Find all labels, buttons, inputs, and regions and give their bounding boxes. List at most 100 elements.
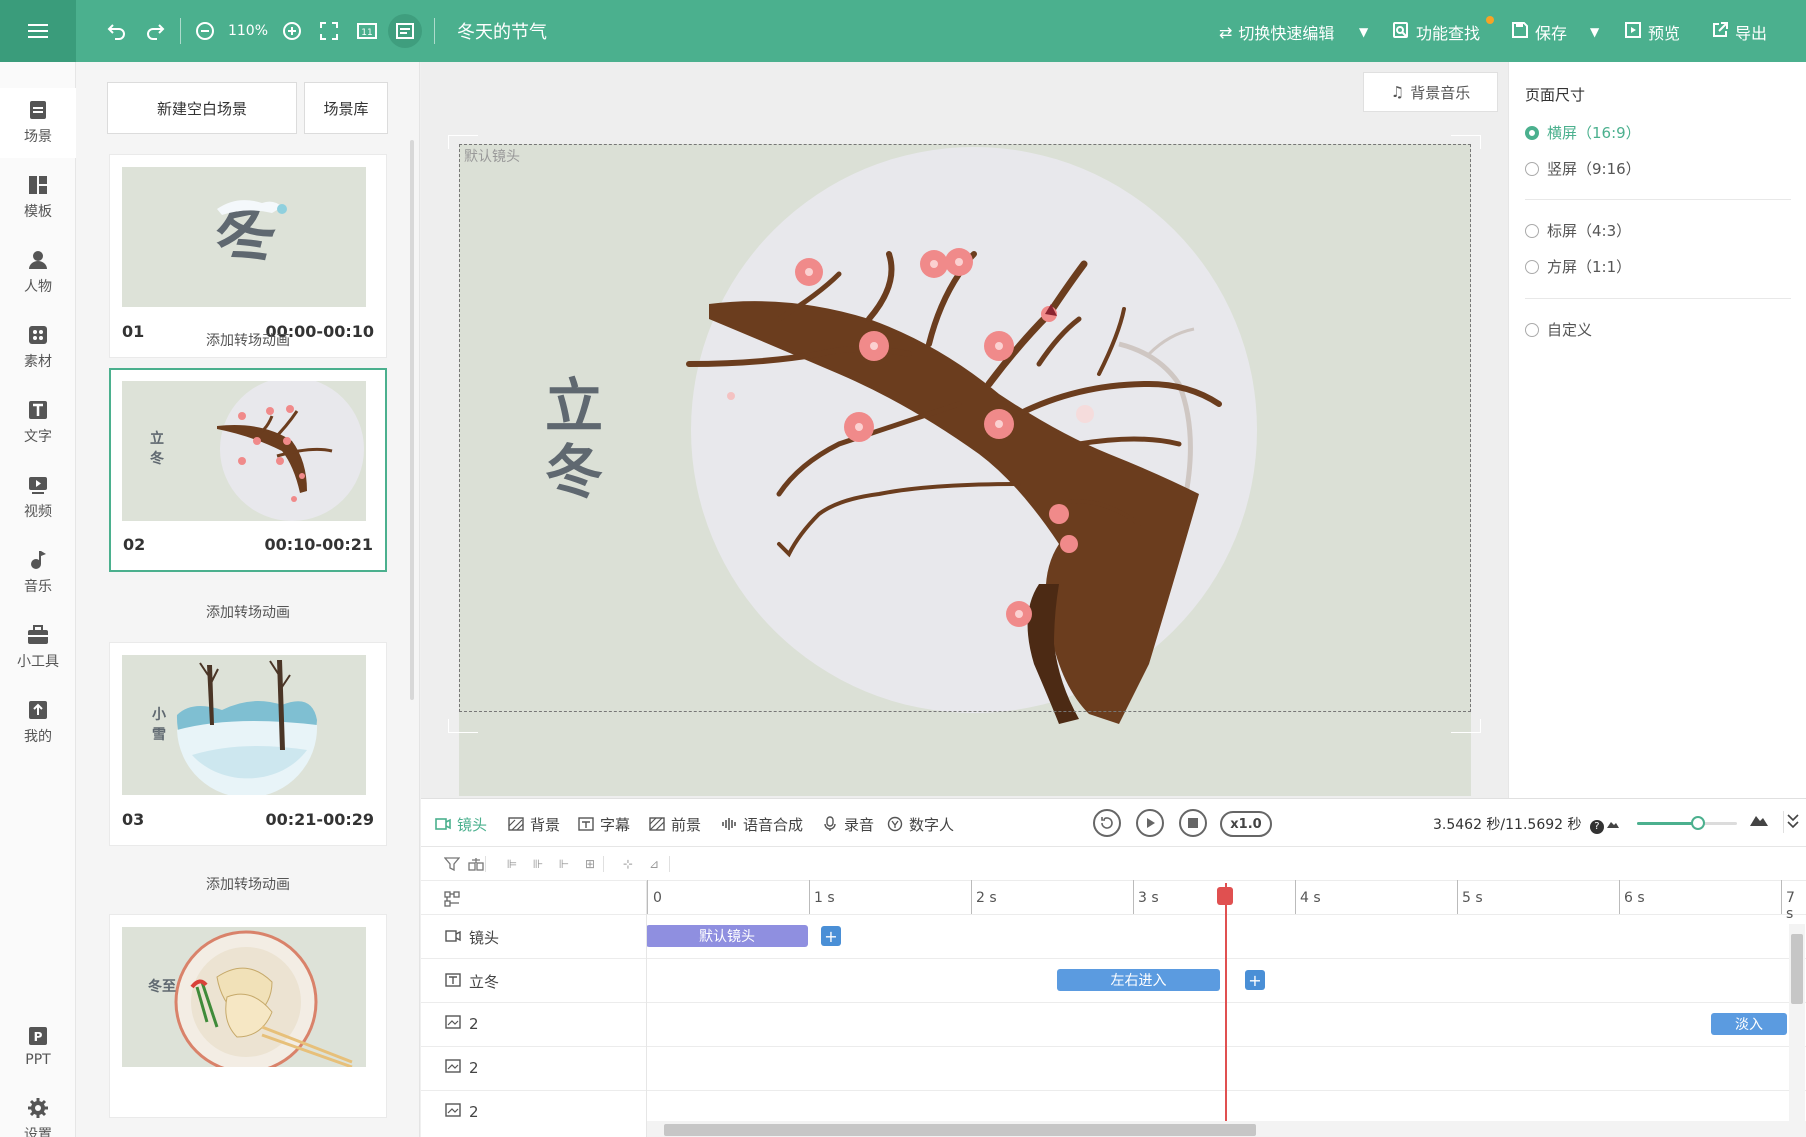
rail-item-text[interactable]: 文字: [0, 388, 76, 458]
zoom-out-icon[interactable]: [191, 14, 219, 48]
tab-digital-human[interactable]: 数字人: [887, 813, 954, 835]
option-portrait[interactable]: 竖屏（9:16）: [1525, 158, 1641, 179]
playback-speed-button[interactable]: x1.0: [1220, 811, 1272, 837]
group-icon[interactable]: [467, 856, 485, 872]
subtitle-toggle-icon[interactable]: [388, 14, 422, 48]
rail-item-music[interactable]: 音乐: [0, 538, 76, 608]
playhead-handle[interactable]: [1217, 887, 1233, 905]
divider: [1525, 298, 1791, 299]
playhead[interactable]: [1225, 883, 1227, 1123]
collapse-panel-icon[interactable]: [1783, 811, 1799, 833]
timeline-tools: ⊫ ⊪ ⊩ ⊞ ⊹ ⊿: [421, 847, 1806, 881]
vertical-scroll-thumb[interactable]: [1791, 934, 1803, 1004]
option-standard[interactable]: 标屏（4:3）: [1525, 220, 1631, 241]
tab-lens[interactable]: 镜头: [435, 813, 487, 835]
scene-card[interactable]: 立 冬 02 00:10-00:21: [109, 368, 387, 572]
help-icon[interactable]: ?: [1589, 820, 1604, 834]
scene-card[interactable]: 冬至: [109, 914, 387, 1118]
option-label: 横屏（16:9）: [1547, 124, 1641, 142]
scene-thumbnail: 立 冬: [122, 381, 370, 521]
add-transition-link[interactable]: 添加转场动画: [109, 330, 387, 350]
rail-item-toolbox[interactable]: 小工具: [0, 613, 76, 683]
distribute-icon[interactable]: ⊞: [581, 856, 599, 872]
zoom-slider[interactable]: [1637, 816, 1737, 830]
stop-icon[interactable]: [1179, 809, 1207, 837]
align-right-icon[interactable]: ⊩: [555, 856, 573, 872]
tab-tts[interactable]: 语音合成: [721, 813, 803, 835]
option-square[interactable]: 方屏（1:1）: [1525, 256, 1631, 277]
default-lens-frame[interactable]: [459, 144, 1471, 712]
tab-background[interactable]: 背景: [508, 813, 560, 835]
horizontal-scroll-thumb[interactable]: [664, 1124, 1256, 1136]
option-custom[interactable]: 自定义: [1525, 319, 1592, 340]
option-landscape[interactable]: 横屏（16:9）: [1525, 122, 1641, 143]
align-center-icon[interactable]: ⊪: [529, 856, 547, 872]
ruler-label: 2 s: [976, 890, 997, 906]
chevron-down-icon[interactable]: ▼: [1359, 18, 1368, 46]
animation-clip[interactable]: 左右进入: [1057, 969, 1220, 991]
option-label: 竖屏（9:16）: [1547, 160, 1641, 178]
save-button[interactable]: 保存: [1511, 18, 1567, 46]
rail-item-mine[interactable]: 我的: [0, 688, 76, 758]
add-icon[interactable]: +: [1245, 970, 1265, 990]
rail-item-settings[interactable]: 设置: [0, 1086, 76, 1137]
track-label-column: [421, 881, 647, 1137]
tab-subtitle[interactable]: 字幕: [578, 813, 630, 835]
rail-item-person[interactable]: 人物: [0, 238, 76, 308]
zoom-out-mountain-icon[interactable]: [1606, 817, 1620, 833]
arrange-icon[interactable]: ⊹: [619, 856, 637, 872]
background-music-button[interactable]: ♫ 背景音乐: [1363, 72, 1498, 112]
new-blank-scene-button[interactable]: 新建空白场景: [107, 82, 297, 134]
scene-library-button[interactable]: 场景库: [304, 82, 388, 134]
material-icon: [27, 325, 49, 345]
svg-text:11: 11: [361, 28, 372, 38]
redo-icon[interactable]: [138, 14, 172, 48]
filter-icon[interactable]: [443, 856, 461, 872]
add-icon[interactable]: +: [821, 926, 841, 946]
rail-item-template[interactable]: 模板: [0, 163, 76, 233]
tab-record[interactable]: 录音: [822, 813, 874, 835]
chevron-down-icon[interactable]: ▼: [1590, 18, 1599, 46]
radio-icon: [1525, 125, 1539, 140]
preview-button[interactable]: 预览: [1624, 18, 1680, 46]
frame-corner: [448, 719, 478, 733]
rail-item-video[interactable]: 视频: [0, 463, 76, 533]
ruler-label: 6 s: [1624, 890, 1645, 906]
foreground-icon: [649, 817, 665, 831]
scene-card[interactable]: 冬 01 00:00-00:10: [109, 154, 387, 358]
project-title[interactable]: 冬天的节气: [457, 18, 547, 44]
scene-card[interactable]: 小 雪 03 00:21-00:29: [109, 642, 387, 846]
fullscreen-icon[interactable]: [314, 14, 344, 48]
scrollbar[interactable]: [410, 140, 414, 700]
play-icon[interactable]: [1136, 809, 1164, 837]
ruler-label: 1 s: [814, 890, 835, 906]
lens-clip[interactable]: 默认镜头: [646, 925, 808, 947]
feature-search-button[interactable]: 功能查找: [1392, 18, 1480, 46]
zoom-in-icon[interactable]: [278, 14, 306, 48]
quick-edit-button[interactable]: ⇄ 切换快速编辑: [1219, 18, 1334, 46]
rewind-icon[interactable]: [1093, 809, 1121, 837]
swap-order-icon[interactable]: ⊿: [645, 856, 663, 872]
rail-item-ppt[interactable]: P PPT: [0, 1012, 76, 1082]
menu-icon[interactable]: [0, 0, 76, 62]
export-button[interactable]: 导出: [1711, 18, 1767, 46]
add-transition-link[interactable]: 添加转场动画: [109, 874, 387, 894]
scene-number: 03: [122, 810, 145, 829]
animation-clip[interactable]: 淡入: [1711, 1013, 1787, 1035]
fit-ratio-icon[interactable]: 11: [352, 14, 382, 48]
tab-foreground[interactable]: 前景: [649, 813, 701, 835]
add-transition-link[interactable]: 添加转场动画: [109, 602, 387, 622]
tab-label: 录音: [844, 815, 875, 834]
rail-item-scene[interactable]: 场景: [0, 88, 76, 158]
zoom-slider-handle[interactable]: [1691, 816, 1705, 830]
svg-text:冬至: 冬至: [148, 978, 176, 995]
zoom-in-mountain-icon[interactable]: [1749, 813, 1769, 831]
scene-thumbnail: 冬: [122, 167, 370, 307]
person-icon: [27, 250, 49, 270]
preview-label: 预览: [1648, 24, 1681, 43]
rail-item-material[interactable]: 素材: [0, 313, 76, 383]
radio-icon: [1525, 322, 1539, 337]
radio-icon: [1525, 259, 1539, 274]
undo-icon[interactable]: [100, 14, 134, 48]
align-left-icon[interactable]: ⊫: [503, 856, 521, 872]
